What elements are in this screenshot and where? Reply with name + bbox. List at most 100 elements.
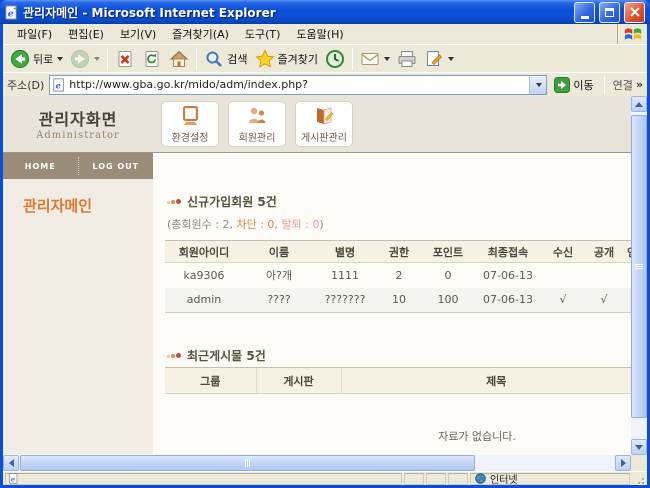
stop-icon [115,49,135,69]
edit-button[interactable] [421,47,457,71]
members-section-title-text: 신규가입회원 5건 [187,193,277,210]
print-button[interactable] [394,47,420,71]
vertical-scroll-thumb[interactable] [631,115,647,418]
menu-file[interactable]: 파일(F) [9,24,60,44]
menu-favorites[interactable]: 즐겨찾기(A) [164,24,237,44]
col-group: 그룹 [165,368,256,394]
table-row[interactable]: ka9306 아?개 1111 2 0 07-06-13 [165,263,631,288]
menu-help[interactable]: 도움말(H) [288,24,351,44]
member-nickname: 1111 [315,263,375,288]
page-title: 관리자화면 [3,106,153,130]
search-icon [204,49,224,69]
member-points: 0 [423,263,473,288]
mail-dropdown-icon[interactable] [384,57,390,61]
scroll-right-button[interactable] [615,455,631,471]
search-button[interactable]: 검색 [201,47,250,71]
stop-button[interactable] [112,47,138,71]
member-receive: √ [543,288,583,313]
history-button[interactable] [322,47,348,71]
summary-total: (총회원수 : 2, [167,218,236,231]
url-text[interactable]: http://www.gba.go.kr/mido/adm/index.php? [69,78,526,91]
ie-page-icon: e [4,5,19,20]
members-button[interactable]: 회원관리 [228,101,286,147]
svg-text:e: e [56,81,62,91]
maximize-button[interactable] [599,2,620,23]
brand-block: 관리자화면 Administrator [3,96,153,152]
home-link[interactable]: HOME [3,162,78,171]
vertical-scrollbar[interactable] [631,96,647,455]
admin-page: 관리자화면 Administrator 환경설정 [3,96,631,455]
forward-dropdown-icon[interactable] [94,57,100,61]
close-button[interactable] [624,2,645,23]
member-receive [543,263,583,288]
board-icon [312,104,336,128]
table-row[interactable]: admin ???? ??????? 10 100 07-06-13 √ √ [165,288,631,313]
forward-button[interactable] [67,47,103,71]
favorites-button[interactable]: 즐겨찾기 [252,47,321,71]
mail-button[interactable] [357,47,393,71]
horizontal-scroll-thumb[interactable] [20,455,475,471]
edit-icon [424,49,444,69]
sidebar: HOME LOG OUT 관리자메인 [3,153,153,454]
col-level: 권한 [375,241,423,263]
scroll-down-button[interactable] [631,439,647,455]
logout-link[interactable]: LOG OUT [79,162,154,171]
internet-globe-icon [475,473,486,484]
svg-text:e: e [8,8,14,19]
settings-label: 환경설정 [172,129,209,144]
menu-tools[interactable]: 도구(T) [237,24,289,44]
member-public [583,263,625,288]
arrow-right-icon [621,459,626,467]
page-content-clip: 관리자화면 Administrator 환경설정 [3,96,631,455]
favorites-star-icon [255,49,275,69]
go-button[interactable]: 이동 [552,76,595,94]
member-name: ???? [243,288,315,313]
edit-dropdown-icon[interactable] [448,57,454,61]
back-dropdown-icon[interactable] [57,57,63,61]
mail-icon [360,49,380,69]
members-section-title: 신규가입회원 5건 [167,193,631,210]
address-dropdown-button[interactable] [529,76,546,94]
home-icon [169,49,189,69]
back-button[interactable]: 뒤로 [7,47,66,71]
window-title: 관리자메인 - Microsoft Internet Explorer [23,4,570,21]
close-icon [630,7,640,17]
status-cell [404,473,424,485]
scroll-up-button[interactable] [631,96,647,112]
member-id[interactable]: admin [165,288,243,313]
members-summary: (총회원수 : 2, 차단 : 0, 탈퇴 : 0) [167,216,631,232]
links-button[interactable]: 연결 » [613,77,643,93]
summary-withdrawn[interactable]: 탈퇴 : 0 [281,218,319,231]
horizontal-scrollbar[interactable] [3,455,631,471]
statusbar: e 인터넷 [3,471,647,485]
titlebar[interactable]: e 관리자메인 - Microsoft Internet Explorer [0,0,650,24]
favorites-label: 즐겨찾기 [278,51,318,67]
member-last-access: 07-06-13 [473,288,543,313]
address-input[interactable]: e http://www.gba.go.kr/mido/adm/index.ph… [49,75,547,95]
board-button[interactable]: 게시판관리 [295,101,353,147]
links-overflow-chevron[interactable]: » [636,78,643,91]
scroll-left-button[interactable] [3,455,19,471]
minimize-icon [581,16,589,19]
refresh-button[interactable] [139,47,165,71]
home-button[interactable] [166,47,192,71]
windows-logo-panel [617,24,647,44]
status-cell [448,473,468,485]
menu-view[interactable]: 보기(V) [112,24,164,44]
col-points: 포인트 [423,241,473,263]
page-subtitle: Administrator [3,130,153,141]
menu-edit[interactable]: 편집(E) [60,24,112,44]
member-id[interactable]: ka9306 [165,263,243,288]
thumb-grip [245,459,246,467]
minimize-button[interactable] [574,2,595,23]
member-public: √ [583,288,625,313]
section-bullet-icon [167,199,181,204]
scrollbar-corner [631,455,647,471]
address-label: 주소(D) [7,77,44,93]
forward-icon [70,49,90,69]
summary-blocked[interactable]: 차단 : 0 [236,218,274,231]
settings-button[interactable]: 환경설정 [161,101,219,147]
sidebar-item-admin-main[interactable]: 관리자메인 [23,195,153,216]
resize-grip[interactable] [632,473,645,485]
header-actions: 환경설정 회원관리 [153,96,353,152]
